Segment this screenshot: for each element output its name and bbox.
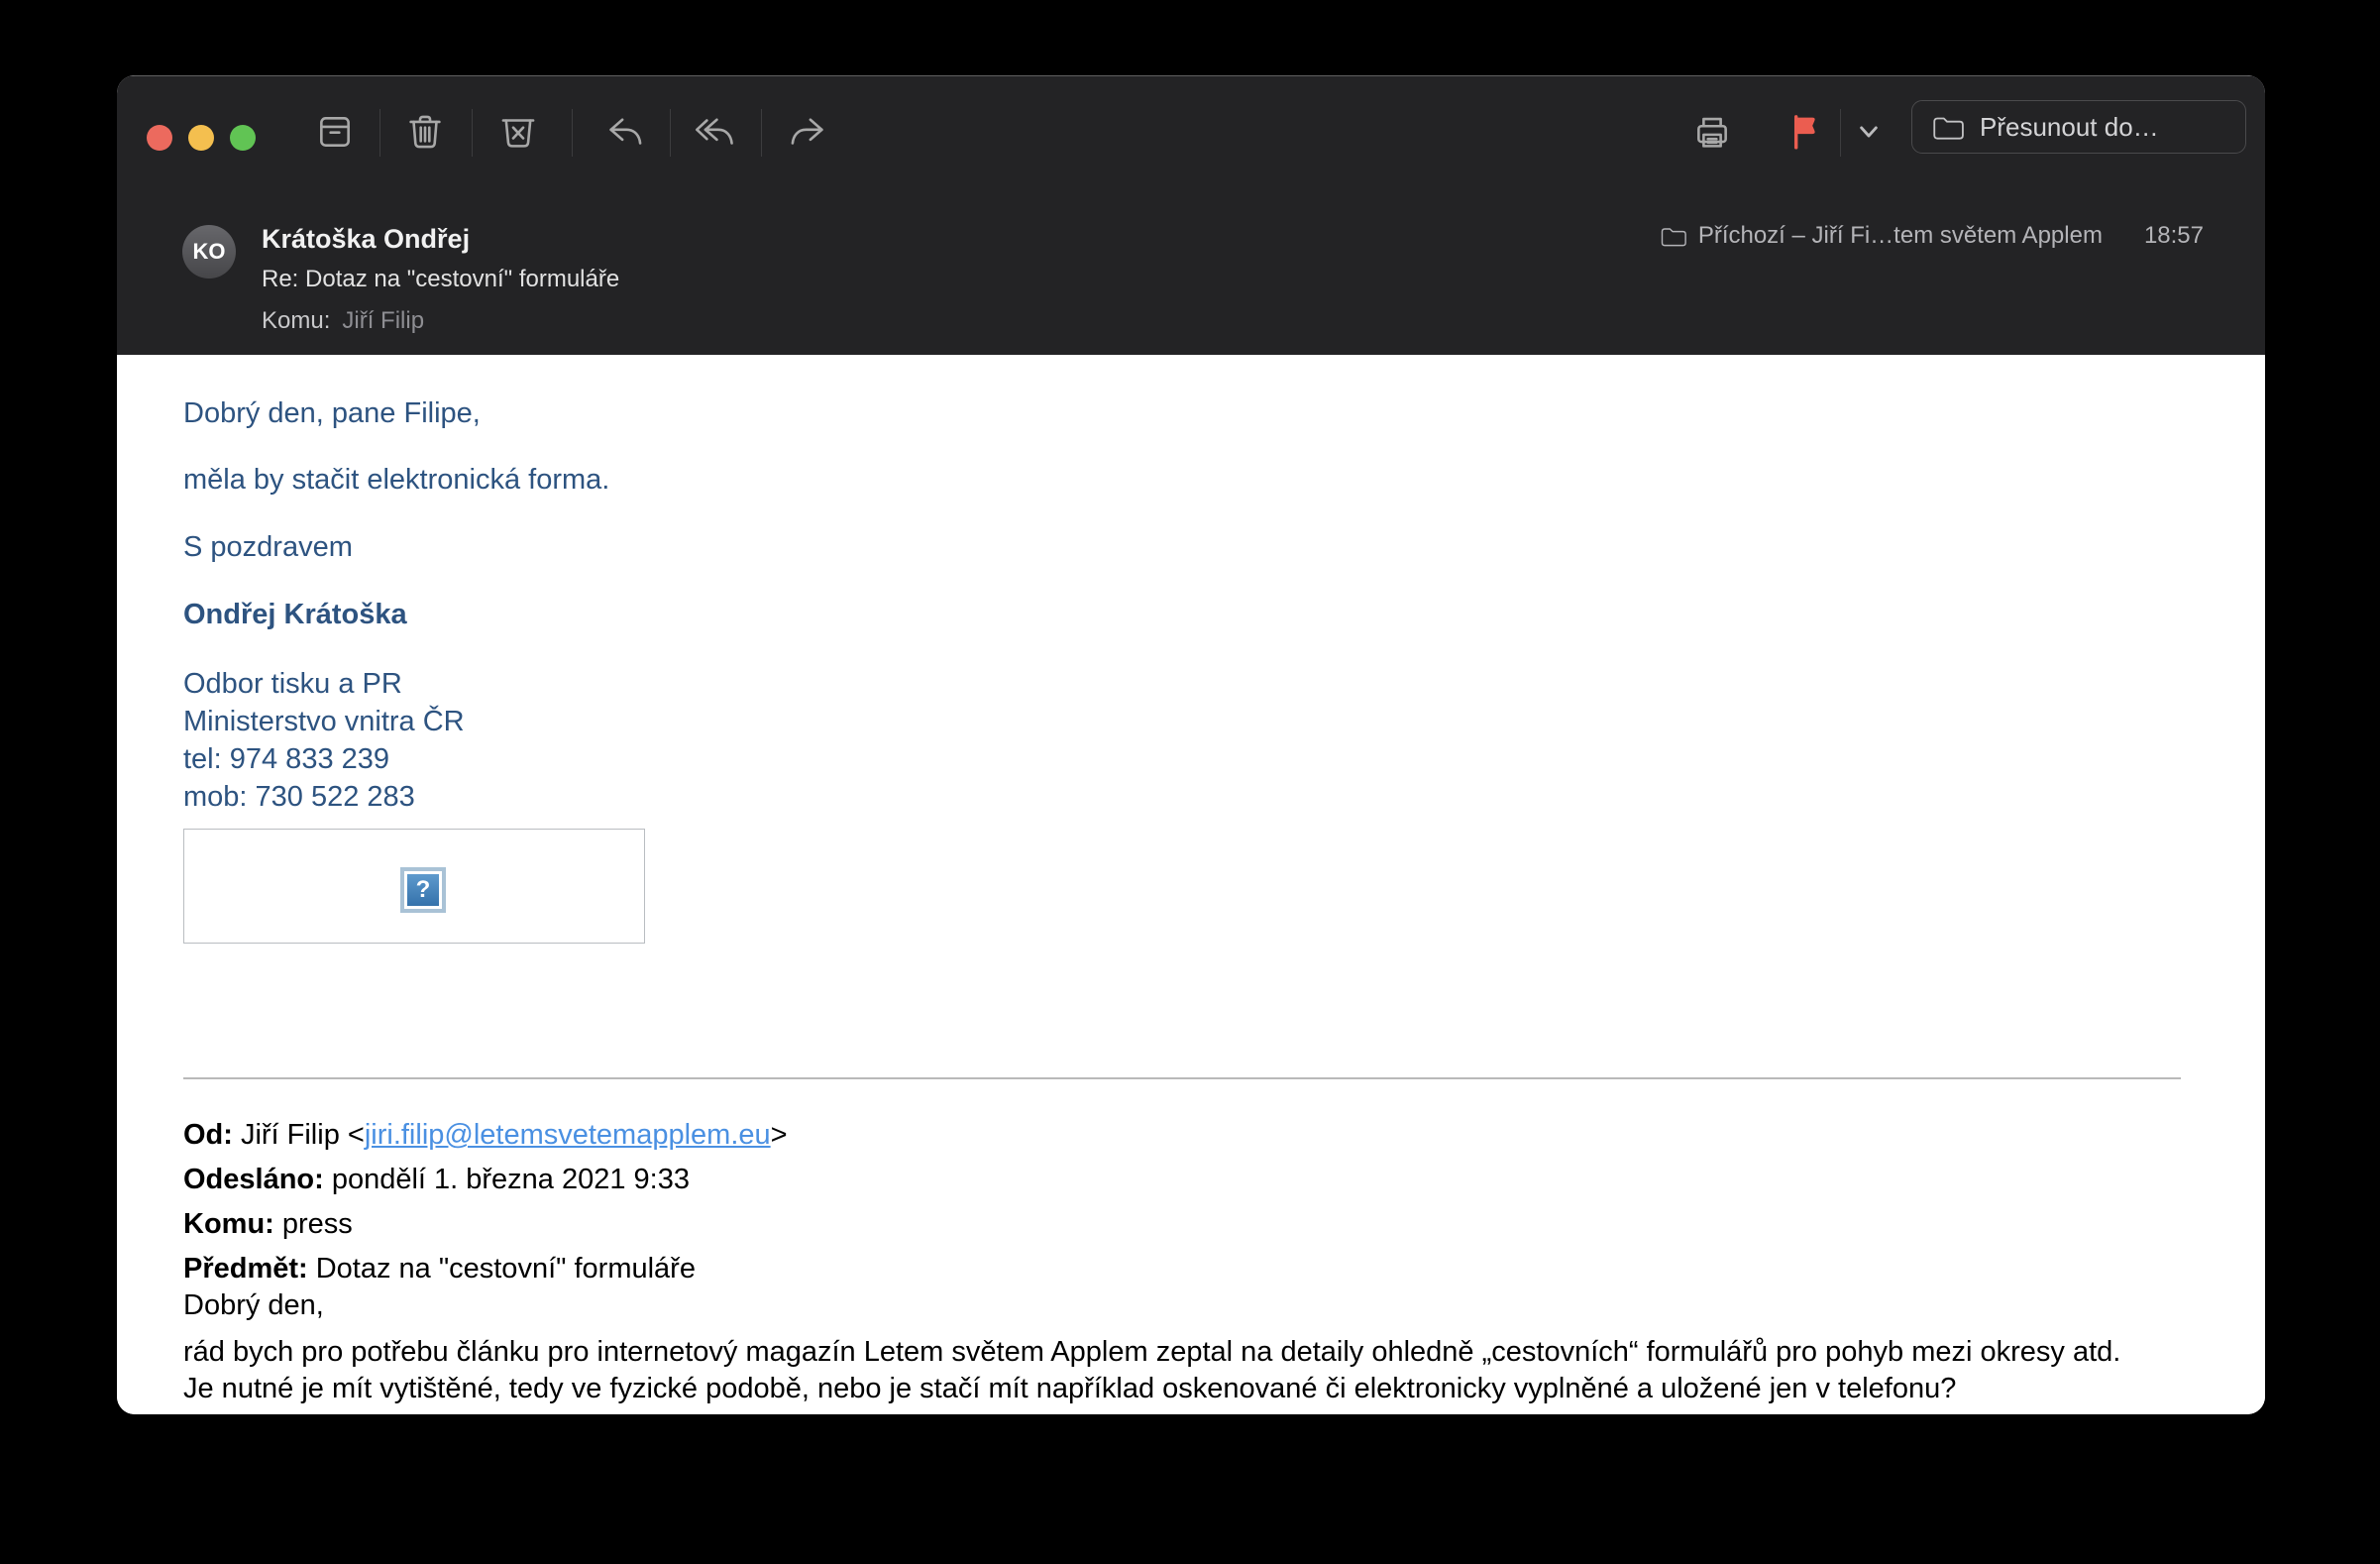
flag-button[interactable] [1781,106,1832,158]
subject-label: Předmět: [183,1253,308,1285]
signature-name: Ondřej Krátoška [183,599,407,631]
junk-icon [495,109,541,155]
close-window-button[interactable] [147,125,172,151]
mailbox-badge: Příchozí – Jiří Fi…tem světem Applem [1659,222,2103,250]
to-label: Komu: [262,307,330,334]
toolbar-separator [761,109,762,157]
from-email-link[interactable]: jiri.filip@letemsvetemapplem.eu [365,1119,771,1151]
forward-button[interactable] [782,106,833,158]
quoted-message-divider [183,1077,2181,1079]
quoted-header: Od:Jiří Filip <jiri.filip@letemsvetemapp… [183,1113,788,1291]
quoted-body-text: rád bych pro potřebu článku pro internet… [183,1334,2157,1407]
reply-button[interactable] [599,106,651,158]
mailbox-name: Příchozí – Jiří Fi…tem světem Applem [1698,222,2103,250]
sender-avatar: KO [182,225,236,279]
move-to-folder-icon [1930,110,1964,144]
chevron-down-icon [1856,119,1882,145]
flag-options-button[interactable] [1849,106,1889,158]
body-reply-line: měla by stačit elektronická forma. [183,464,609,497]
toolbar-separator [379,109,380,157]
forward-icon [785,109,830,155]
archive-button[interactable] [309,106,361,158]
window-chrome: Přesunout do… KO Krátoška Ondřej Re: Dot… [117,75,2265,355]
missing-image-placeholder: ? [183,829,645,944]
reply-all-button[interactable] [690,106,741,158]
quoted-subject-row: Předmět:Dotaz na "cestovní" formuláře [183,1247,788,1291]
body-closing: S pozdravem [183,531,353,564]
to-value: Jiří Filip [342,307,424,334]
sender-name: Krátoška Ondřej [262,224,470,255]
mail-message-window: Přesunout do… KO Krátoška Ondřej Re: Dot… [117,75,2265,1414]
flag-icon [1785,110,1828,154]
avatar-initials: KO [193,239,226,265]
missing-image-icon: ? [400,867,446,913]
sent-label: Odesláno: [183,1164,324,1195]
signature-block: Odbor tisku a PR Ministerstvo vnitra ČR … [183,665,465,816]
print-icon [1689,109,1735,155]
traffic-lights [147,125,256,151]
toolbar-separator [670,109,671,157]
zoom-window-button[interactable] [230,125,256,151]
folder-icon [1659,222,1686,250]
message-body: Dobrý den, pane Filipe, měla by stačit e… [117,355,2265,1414]
mailbox-and-time: Příchozí – Jiří Fi…tem světem Applem 18:… [1659,222,2204,250]
junk-button[interactable] [492,106,544,158]
delete-button[interactable] [399,106,451,158]
quoted-to-value: press [282,1208,353,1240]
quoted-from-row: Od:Jiří Filip <jiri.filip@letemsvetemapp… [183,1113,788,1158]
toolbar-separator [1840,109,1841,157]
subject-value: Dotaz na "cestovní" formuláře [316,1253,696,1285]
from-angle-close: > [771,1119,788,1151]
move-to-button[interactable]: Přesunout do… [1911,100,2246,154]
quoted-to-row: Komu:press [183,1202,788,1247]
quoted-to-label: Komu: [183,1208,274,1240]
body-greeting: Dobrý den, pane Filipe, [183,397,481,430]
message-subject: Re: Dotaz na "cestovní" formuláře [262,266,619,293]
reply-icon [602,109,648,155]
quoted-sent-row: Odesláno: pondělí 1. března 2021 9:33 [183,1158,788,1202]
signature-line: tel: 974 833 239 [183,740,465,778]
reply-all-icon [693,109,738,155]
print-button[interactable] [1686,106,1738,158]
move-to-label: Přesunout do… [1980,112,2159,143]
from-name: Jiří Filip < [241,1119,365,1151]
quoted-greeting: Dobrý den, [183,1289,324,1322]
sent-value: pondělí 1. března 2021 9:33 [332,1164,690,1195]
message-time: 18:57 [2144,222,2204,250]
signature-line: Odbor tisku a PR [183,665,465,703]
from-label: Od: [183,1119,233,1151]
trash-icon [402,109,448,155]
recipient-row: Komu: Jiří Filip [262,307,424,335]
toolbar-separator [472,109,473,157]
signature-line: mob: 730 522 283 [183,778,465,816]
minimize-window-button[interactable] [188,125,214,151]
archive-icon [312,109,358,155]
toolbar-separator [572,109,573,157]
signature-line: Ministerstvo vnitra ČR [183,703,465,740]
